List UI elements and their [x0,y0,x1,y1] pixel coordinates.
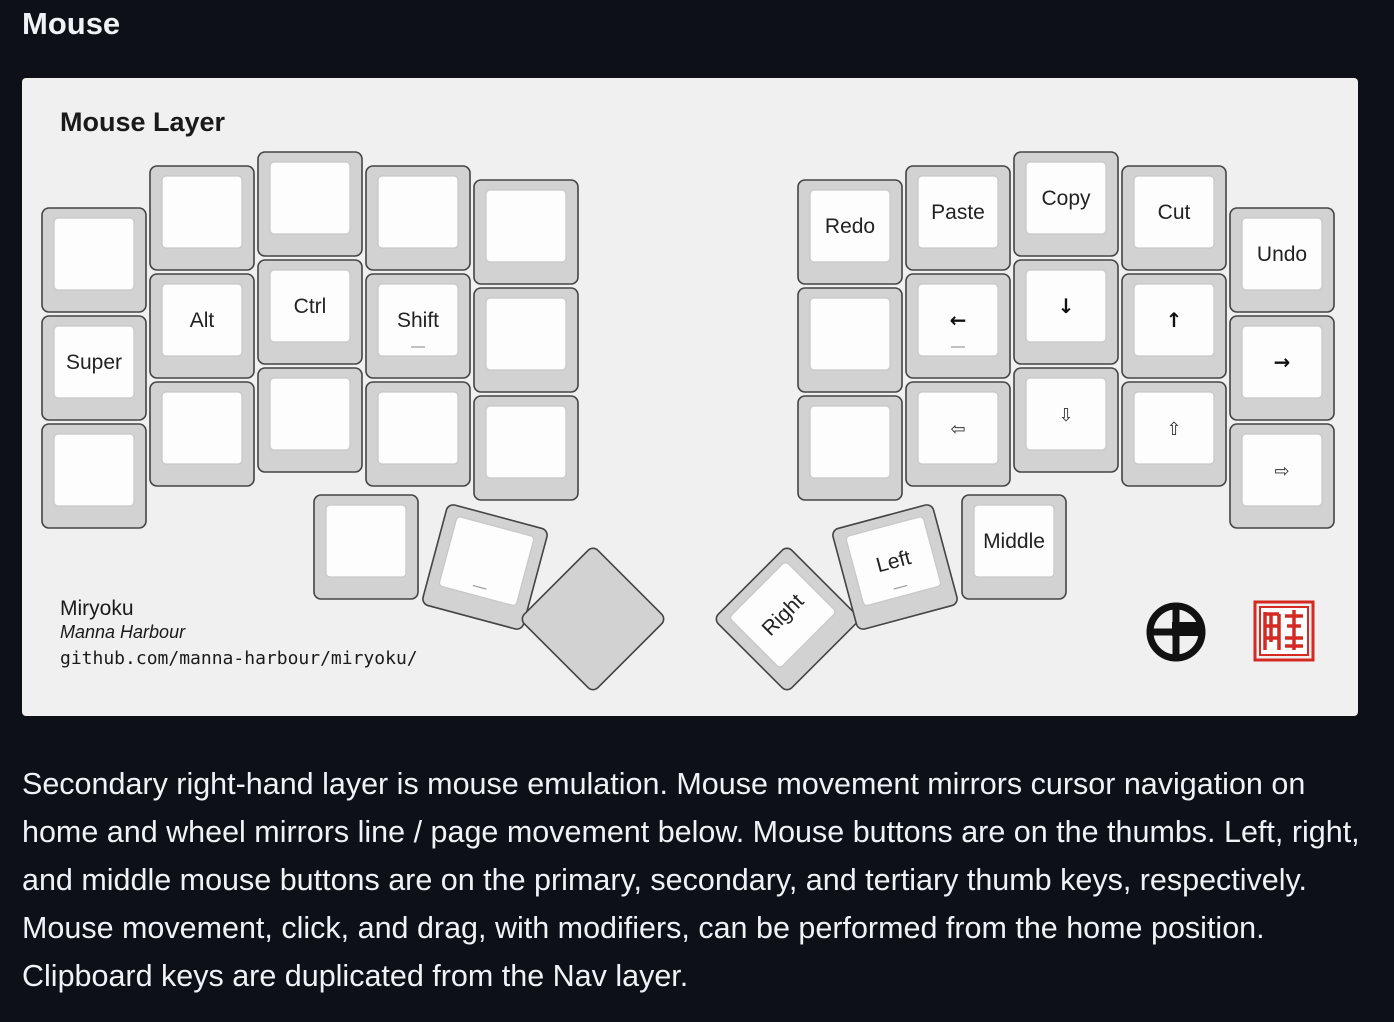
left-home-3: Shift [365,273,471,379]
right-thumb-2-label: Middle [983,530,1045,553]
right-bottom-3-label: ⇧ [1166,419,1181,440]
left-home-2: Ctrl [257,259,363,365]
right-home-3-label: ↑ [1166,308,1183,332]
credit-name: Miryoku [60,597,134,620]
right-top-2-label: Copy [1041,187,1091,210]
left-home-2-label: Ctrl [294,295,327,318]
right-bottom-4: ⇨ [1229,423,1335,529]
right-top-0-label: Redo [825,215,875,238]
mouse-layer-diagram: Mouse Layer Super Alt Ctrl Shift Redo Paste Co… [22,78,1358,716]
left-top-0 [41,207,147,313]
left-bottom-3 [365,381,471,487]
left-home-0-label: Super [66,351,122,374]
left-home-1: Alt [149,273,255,379]
left-top-2 [257,151,363,257]
left-bottom-4 [473,395,579,501]
right-home-2: ↓ [1013,259,1119,365]
layer-description: Secondary right-hand layer is mouse emul… [22,767,1360,993]
right-bottom-3: ⇧ [1121,381,1227,487]
right-home-4-label: → [1274,350,1291,374]
right-home-4: → [1229,315,1335,421]
left-thumb-2 [521,547,665,691]
diagram-title: Mouse Layer [60,107,226,137]
left-home-0: Super [41,315,147,421]
right-home-1: ← [905,273,1011,379]
left-bottom-2 [257,367,363,473]
credit-url: github.com/manna-harbour/miryoku/ [60,648,418,669]
right-bottom-2-label: ⇩ [1058,405,1073,426]
right-bottom-2: ⇩ [1013,367,1119,473]
left-home-4 [473,287,579,393]
left-home-1-label: Alt [190,309,215,332]
right-top-1: Paste [905,165,1011,271]
left-bottom-1 [149,381,255,487]
right-home-1-label: ← [950,308,967,332]
right-bottom-4-label: ⇨ [1274,461,1289,482]
right-bottom-0 [797,395,903,501]
right-thumb-0: Right [715,547,859,691]
right-top-2: Copy [1013,151,1119,257]
right-bottom-1: ⇦ [905,381,1011,487]
miryoku-logo-icon [1146,602,1206,662]
right-top-3-label: Cut [1158,201,1191,224]
keyboard-layout-svg: Mouse Layer Super Alt Ctrl Shift Redo Paste Co… [41,107,1335,691]
left-top-3 [365,165,471,271]
left-bottom-0 [41,423,147,529]
manna-harbour-seal-icon [1253,600,1315,662]
credit-author: Manna Harbour [60,622,186,642]
right-top-4: Undo [1229,207,1335,313]
right-top-1-label: Paste [931,201,985,224]
right-thumb-2: Middle [961,494,1067,600]
right-top-3: Cut [1121,165,1227,271]
right-top-0: Redo [797,179,903,285]
section-heading: Mouse [22,6,121,41]
right-home-2-label: ↓ [1058,294,1075,318]
right-home-3: ↑ [1121,273,1227,379]
left-thumb-0 [313,494,419,600]
left-top-1 [149,165,255,271]
left-top-4 [473,179,579,285]
right-home-0 [797,287,903,393]
right-top-4-label: Undo [1257,243,1307,266]
left-home-3-label: Shift [397,309,439,332]
right-bottom-1-label: ⇦ [950,419,965,440]
